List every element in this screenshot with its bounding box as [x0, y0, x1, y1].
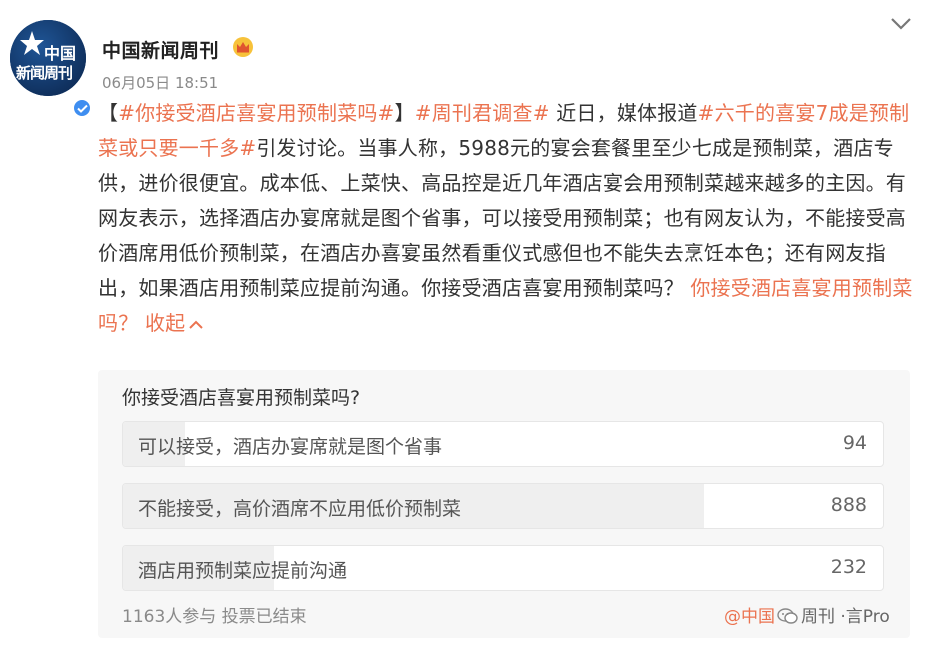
- text-segment: 【: [98, 101, 119, 125]
- hashtag-link[interactable]: #你接受酒店喜宴用预制菜吗#: [118, 101, 394, 125]
- poll-option-count: 888: [830, 494, 867, 516]
- collapse-button[interactable]: 收起: [144, 311, 204, 335]
- verified-check-icon: [72, 98, 92, 118]
- watermark: @中国 周刊 ·言Pro: [724, 602, 890, 627]
- collapse-label: 收起: [144, 311, 186, 335]
- poll-option[interactable]: 可以接受，酒店办宴席就是图个省事 94: [122, 421, 884, 467]
- poll-footer: 1163人参与 投票已结束: [122, 607, 307, 627]
- avatar[interactable]: 中国 新闻周刊: [10, 20, 92, 118]
- avatar-text-line2: 新闻周刊: [16, 64, 73, 82]
- text-segment: 近日，媒体报道: [549, 101, 698, 125]
- poll-card: 你接受酒店喜宴用预制菜吗? 可以接受，酒店办宴席就是图个省事 94 不能接受，高…: [98, 370, 910, 638]
- chevron-up-icon: [189, 320, 204, 329]
- text-segment: 】: [394, 101, 415, 125]
- hashtag-link[interactable]: #周刊君调查#: [415, 101, 550, 125]
- poll-question: 你接受酒店喜宴用预制菜吗?: [122, 387, 361, 409]
- avatar-text-line1: 中国: [44, 44, 77, 63]
- poll-option[interactable]: 不能接受，高价酒席不应用低价预制菜 888: [122, 483, 884, 529]
- poll-option-count: 232: [830, 556, 867, 578]
- star-icon: [20, 31, 44, 55]
- watermark-text: 周刊 ·言Pro: [801, 607, 890, 627]
- poll-option-label: 可以接受，酒店办宴席就是图个省事: [138, 436, 443, 458]
- crown-icon: [233, 37, 253, 57]
- avatar-logo: 中国 新闻周刊: [10, 20, 86, 96]
- chevron-down-icon[interactable]: [890, 16, 912, 32]
- post-body: 【#你接受酒店喜宴用预制菜吗#】#周刊君调查# 近日，媒体报道#六千的喜宴7成是…: [98, 96, 918, 341]
- poll-option-label: 不能接受，高价酒席不应用低价预制菜: [138, 498, 462, 520]
- author-name[interactable]: 中国新闻周刊: [102, 36, 219, 63]
- poll-option[interactable]: 酒店用预制菜应提前沟通 232: [122, 545, 884, 591]
- post-time[interactable]: 06月05日 18:51: [102, 72, 218, 93]
- watermark-handle: @中国: [724, 607, 775, 627]
- poll-option-label: 酒店用预制菜应提前沟通: [138, 560, 348, 582]
- poll-option-count: 94: [842, 432, 867, 454]
- wechat-icon: [777, 608, 798, 624]
